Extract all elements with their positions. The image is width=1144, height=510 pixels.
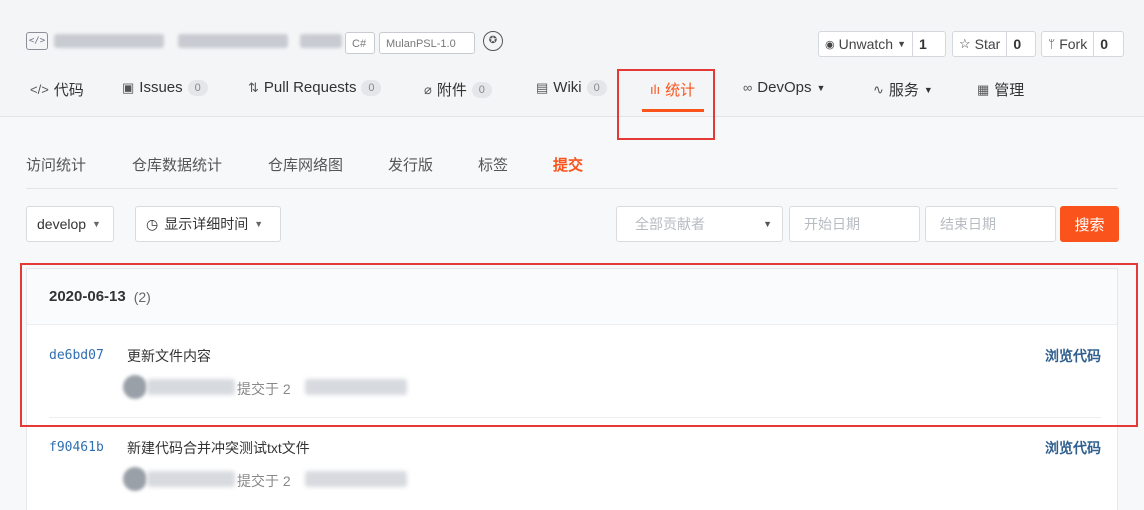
stats-subtabs: 访问统计 仓库数据统计 仓库网络图 发行版 标签 提交 — [0, 154, 1144, 178]
chevron-down-icon: ▼ — [92, 219, 101, 229]
subtab-tags[interactable]: 标签 — [478, 154, 508, 175]
chevron-down-icon: ▼ — [763, 219, 772, 229]
browse-code-link[interactable]: 浏览代码 — [1045, 346, 1101, 366]
pull-request-icon: ⇅ — [248, 79, 259, 95]
commit-meta: 提交于 2 — [237, 381, 291, 397]
stats-icon: ılı — [650, 82, 661, 97]
repo-name-redacted-3[interactable] — [300, 34, 342, 48]
language-tag[interactable]: C# — [345, 32, 375, 54]
star-icon: ☆ — [959, 36, 971, 51]
commit-group-date: 2020-06-13 — [49, 288, 126, 305]
contributor-placeholder: 全部贡献者 — [635, 216, 705, 232]
commit-group-header: 2020-06-13 (2) — [27, 269, 1117, 325]
repo-name-redacted[interactable] — [54, 34, 164, 48]
nav-tab-label: 附件 — [436, 82, 467, 99]
watch-count: 1 — [919, 36, 927, 52]
nav-tab-count: 0 — [471, 81, 492, 98]
star-button[interactable]: ☆ Star 0 — [952, 31, 1036, 57]
license-tag[interactable]: MulanPSL-1.0 — [379, 32, 475, 54]
nav-tab-label: 管理 — [994, 82, 1025, 99]
nav-tab-issues[interactable]: ▣ Issues 0 — [122, 79, 208, 96]
commit-message-link[interactable]: 新建代码合并冲突测试txt文件 — [127, 438, 310, 458]
manage-icon: ▦ — [977, 81, 990, 97]
branch-value: develop — [37, 216, 87, 232]
subtab-releases[interactable]: 发行版 — [388, 154, 433, 175]
unwatch-label: Unwatch — [838, 36, 894, 52]
nav-tab-stats[interactable]: ılı 统计 — [650, 79, 695, 100]
search-button[interactable]: 搜索 — [1060, 206, 1119, 242]
commit-time-redacted — [305, 471, 407, 487]
time-detail-toggle[interactable]: ◷ 显示详细时间 ▼ — [135, 206, 281, 242]
nav-tab-label: Pull Requests — [263, 79, 357, 96]
nav-tab-wiki[interactable]: ▤ Wiki 0 — [536, 79, 607, 96]
commit-row: de6bd07 更新文件内容 提交于 2 浏览代码 — [27, 327, 1117, 417]
chevron-down-icon: ▼ — [897, 39, 906, 49]
code-icon: </> — [30, 82, 49, 97]
commit-meta: 提交于 2 — [237, 473, 291, 489]
time-toggle-label: 显示详细时间 — [164, 216, 249, 232]
nav-tab-service[interactable]: ∿ 服务 ▼ — [873, 79, 933, 100]
wiki-icon: ▤ — [536, 79, 549, 95]
avatar[interactable] — [123, 375, 147, 399]
chevron-down-icon: ▼ — [923, 84, 933, 95]
nav-tab-label: 代码 — [53, 82, 84, 99]
author-name-redacted[interactable] — [147, 379, 235, 395]
subtab-repo-data[interactable]: 仓库数据统计 — [132, 154, 222, 175]
nav-tab-manage[interactable]: ▦ 管理 — [977, 79, 1024, 100]
commit-sha-link[interactable]: de6bd07 — [49, 348, 104, 363]
start-date-placeholder: 开始日期 — [804, 216, 860, 232]
award-badge-icon: ✪ — [483, 31, 503, 51]
nav-tab-label: Issues — [139, 79, 183, 96]
commit-group-count: (2) — [133, 288, 151, 305]
devops-icon: ∞ — [743, 80, 753, 95]
commit-sha-link[interactable]: f90461b — [49, 440, 104, 455]
fork-label: Fork — [1059, 36, 1088, 52]
chevron-down-icon: ▼ — [254, 219, 264, 229]
nav-tab-attachments[interactable]: ⌀ 附件 0 — [424, 79, 492, 100]
unwatch-button[interactable]: ◉ Unwatch ▼ 1 — [818, 31, 946, 57]
chevron-down-icon: ▼ — [816, 82, 826, 93]
issues-icon: ▣ — [122, 79, 135, 95]
contributor-select[interactable]: 全部贡献者 ▼ — [616, 206, 783, 242]
nav-tab-count: 0 — [187, 79, 208, 96]
star-count: 0 — [1013, 36, 1022, 52]
clock-icon: ◷ — [146, 215, 159, 232]
avatar[interactable] — [123, 467, 147, 491]
nav-tab-label: 服务 — [888, 82, 919, 99]
nav-tab-label: 统计 — [665, 82, 696, 99]
commit-time-redacted — [305, 379, 407, 395]
commit-group: 2020-06-13 (2) de6bd07 更新文件内容 提交于 2 浏览代码… — [26, 268, 1118, 510]
browse-code-link[interactable]: 浏览代码 — [1045, 438, 1101, 458]
subtab-network[interactable]: 仓库网络图 — [268, 154, 343, 175]
repo-header: </> C# MulanPSL-1.0 ✪ ◉ Unwatch ▼ 1 ☆ Star … — [0, 0, 1144, 117]
nav-tab-pull-requests[interactable]: ⇅ Pull Requests 0 — [248, 79, 382, 96]
end-date-placeholder: 结束日期 — [940, 216, 996, 232]
subtab-visits[interactable]: 访问统计 — [26, 154, 86, 175]
subtabs-divider — [26, 188, 1118, 189]
nav-tab-label: DevOps — [757, 79, 812, 96]
eye-icon: ◉ — [825, 38, 835, 51]
nav-tab-count: 0 — [586, 79, 607, 96]
nav-tab-code[interactable]: </> 代码 — [30, 79, 84, 100]
attachment-icon: ⌀ — [424, 81, 432, 97]
code-repo-icon: </> — [26, 32, 48, 50]
repo-name-redacted-2[interactable] — [178, 34, 288, 48]
fork-count: 0 — [1100, 36, 1108, 52]
subtab-commits[interactable]: 提交 — [553, 154, 583, 175]
star-label: Star — [974, 36, 1001, 52]
fork-icon: ᛘ — [1048, 37, 1056, 51]
nav-tab-label: Wiki — [553, 79, 582, 96]
commit-message-link[interactable]: 更新文件内容 — [127, 346, 211, 366]
author-name-redacted[interactable] — [147, 471, 235, 487]
commit-separator — [49, 417, 1101, 418]
commit-row: f90461b 新建代码合并冲突测试txt文件 提交于 2 浏览代码 — [27, 419, 1117, 509]
branch-select[interactable]: develop ▼ — [26, 206, 114, 242]
end-date-input[interactable]: 结束日期 — [925, 206, 1056, 242]
start-date-input[interactable]: 开始日期 — [789, 206, 920, 242]
fork-button[interactable]: ᛘ Fork 0 — [1041, 31, 1124, 57]
active-tab-underline — [642, 109, 704, 112]
nav-tab-devops[interactable]: ∞ DevOps ▼ — [743, 79, 825, 96]
service-icon: ∿ — [873, 81, 884, 97]
nav-tab-count: 0 — [361, 79, 382, 96]
